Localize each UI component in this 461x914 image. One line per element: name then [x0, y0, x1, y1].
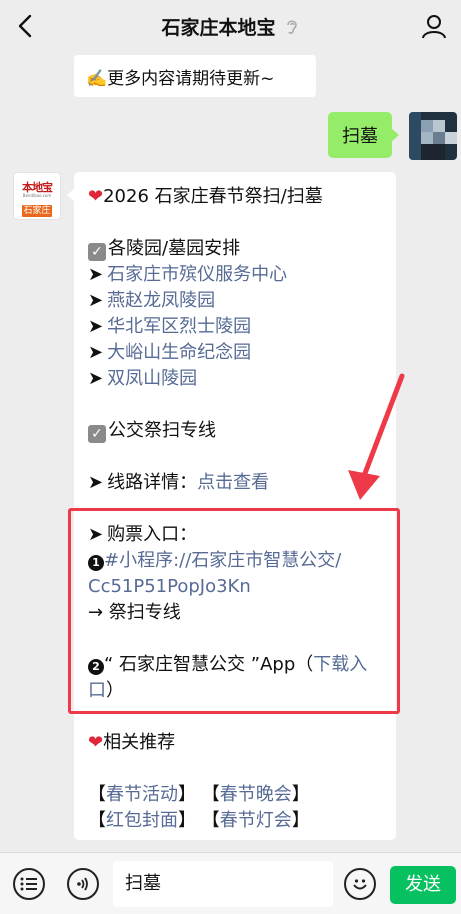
cemetery-link[interactable]: 双凤山陵园 — [107, 368, 197, 389]
heart-icon: ❤ — [88, 186, 104, 207]
route-label: 线路详情： — [107, 472, 198, 493]
arrow-bullet-icon: ➤ — [88, 264, 104, 285]
recommend-row: 【春节活动】 【春节晚会】 — [88, 782, 384, 808]
bot-message-bubble: ❤2026 石家庄春节祭扫/扫墓 ✓ 各陵园/墓园安排 ➤ 石家庄市殡仪服务中心 ➤… — [67, 172, 396, 840]
chat-title: 石家庄本地宝 — [161, 16, 276, 39]
bracket-close: 】 — [178, 810, 196, 831]
mini-program-line[interactable]: 1 #小程序://石家庄市智慧公交/ — [88, 548, 384, 574]
bracket-close: 】 — [178, 784, 196, 805]
number-badge-1: 1 — [88, 555, 104, 571]
cemetery-link[interactable]: 华北军区烈士陵园 — [107, 316, 251, 337]
section-bus-title: 公交祭扫专线 — [108, 420, 216, 441]
cemetery-item[interactable]: ➤ 大峪山生命纪念园 — [88, 340, 384, 366]
check-box-icon: ✓ — [88, 243, 106, 261]
related-heading: ❤相关推荐 — [88, 730, 384, 756]
mini-program-line-2[interactable]: Cc51P51PopJo3Kn — [88, 574, 384, 600]
user-avatar[interactable] — [409, 112, 457, 160]
logo-city-text: 石家庄 — [22, 205, 52, 217]
app-text: “ 石家庄智慧公交 ”App（ — [104, 654, 314, 675]
section-bus-heading: ✓ 公交祭扫专线 — [88, 418, 384, 444]
bot-avatar[interactable]: 本地宝 Bendibao.com 石家庄 — [13, 172, 61, 220]
message-input[interactable]: 扫墓 — [113, 861, 333, 907]
app-download-link[interactable]: 下载入 — [313, 654, 367, 675]
menu-icon[interactable] — [13, 868, 45, 900]
arrow-bullet-icon: ➤ — [88, 342, 104, 363]
bracket-open: 【 — [201, 810, 220, 831]
cemetery-item[interactable]: ➤ 华北军区烈士陵园 — [88, 314, 384, 340]
recommend-link-spring-activity[interactable]: 春节活动 — [106, 784, 178, 805]
mini-program-target: → 祭扫专线 — [88, 600, 384, 626]
recommend-link-lantern[interactable]: 春节灯会 — [220, 810, 292, 831]
app-line-2: 口） — [88, 678, 384, 704]
cemetery-link[interactable]: 石家庄市殡仪服务中心 — [107, 264, 287, 285]
mini-program-link-cont[interactable]: Cc51P51PopJo3Kn — [88, 576, 251, 597]
emoji-icon[interactable] — [344, 868, 376, 900]
back-icon[interactable] — [10, 10, 42, 42]
section-cemeteries-heading: ✓ 各陵园/墓园安排 — [88, 236, 384, 262]
check-box-icon: ✓ — [88, 425, 106, 443]
ear-mode-icon — [284, 17, 300, 35]
bracket-open: 【 — [88, 784, 106, 805]
ticket-label: 购票入口： — [107, 524, 198, 545]
ticket-entry-line: ➤ 购票入口： — [88, 522, 384, 548]
recommend-link-spring-gala[interactable]: 春节晚会 — [220, 784, 292, 805]
recommend-row: 【红包封面】 【春节灯会】 — [88, 808, 384, 834]
related-title: 相关推荐 — [103, 732, 176, 753]
input-bar: 扫墓 发送 — [0, 852, 461, 914]
voice-icon[interactable] — [67, 868, 99, 900]
profile-icon[interactable] — [419, 11, 449, 41]
mini-program-link[interactable]: #小程序://石家庄市智慧公交/ — [104, 550, 341, 571]
previous-message-text: ✍️更多内容请期待更新~ — [86, 68, 275, 89]
previous-message-bubble: ✍️更多内容请期待更新~ — [74, 55, 316, 97]
send-button[interactable]: 发送 — [390, 866, 456, 904]
logo-brand-text: 本地宝 — [22, 181, 53, 194]
route-detail-link[interactable]: 点击查看 — [197, 472, 269, 493]
logo-domain-text: Bendibao.com — [22, 193, 52, 198]
section-cemeteries-title: 各陵园/墓园安排 — [108, 238, 241, 259]
chat-title-group: 石家庄本地宝 — [161, 13, 299, 40]
chat-header: 石家庄本地宝 — [0, 0, 461, 52]
bracket-close: 】 — [291, 810, 310, 831]
number-badge-2: 2 — [88, 659, 104, 675]
heart-icon: ❤ — [88, 732, 104, 753]
user-message-text: 扫墓 — [342, 126, 378, 147]
bracket-close: 】 — [291, 784, 310, 805]
message-title-line: ❤2026 石家庄春节祭扫/扫墓 — [88, 184, 384, 210]
route-detail-line: ➤ 线路详情：点击查看 — [88, 470, 384, 496]
bracket-open: 【 — [88, 810, 106, 831]
message-title: 2026 石家庄春节祭扫/扫墓 — [103, 186, 323, 207]
cemetery-item[interactable]: ➤ 石家庄市殡仪服务中心 — [88, 262, 384, 288]
recommend-link-red-packet[interactable]: 红包封面 — [106, 810, 178, 831]
arrow-bullet-icon: ➤ — [88, 524, 104, 545]
arrow-bullet-icon: ➤ — [88, 368, 104, 389]
cemetery-link[interactable]: 大峪山生命纪念园 — [107, 342, 251, 363]
cemetery-link[interactable]: 燕赵龙凤陵园 — [107, 290, 215, 311]
app-close-paren: ） — [106, 680, 124, 701]
arrow-bullet-icon: ➤ — [88, 472, 104, 493]
app-line: 2 “ 石家庄智慧公交 ”App（下载入 — [88, 652, 384, 678]
mini-program-target-text: → 祭扫专线 — [88, 602, 181, 623]
user-message-bubble[interactable]: 扫墓 — [328, 112, 399, 158]
app-download-link-cont[interactable]: 口 — [88, 680, 106, 701]
bracket-open: 【 — [201, 784, 220, 805]
cemetery-item[interactable]: ➤ 燕赵龙凤陵园 — [88, 288, 384, 314]
cemetery-item[interactable]: ➤ 双凤山陵园 — [88, 366, 384, 392]
arrow-bullet-icon: ➤ — [88, 316, 104, 337]
arrow-bullet-icon: ➤ — [88, 290, 104, 311]
